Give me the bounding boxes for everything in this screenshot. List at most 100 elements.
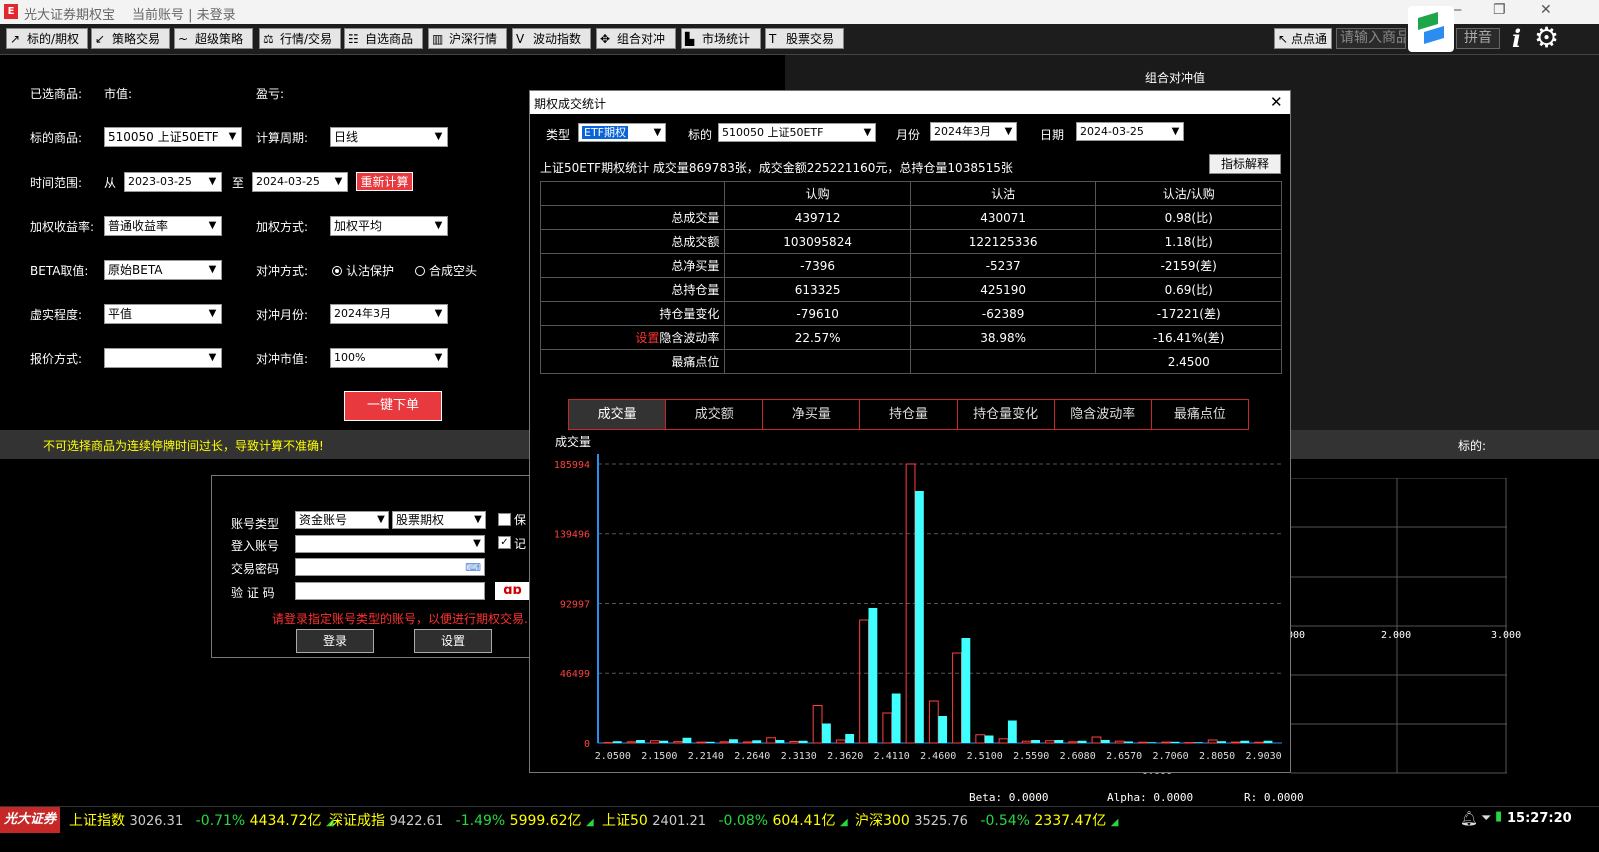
table-row: 持仓量变化 -79610 -62389 -17221(差) [539, 301, 1282, 326]
call-volume-bar [789, 740, 800, 744]
ticker-item[interactable]: 上证50 2401.21 -0.08% 604.41亿 ◢ [602, 810, 848, 830]
captcha-image[interactable]: ɑɒ [495, 582, 530, 600]
x-tick-label: 2.5590 [1013, 751, 1049, 762]
toolbar-strategy-trade[interactable]: ↙ 策略交易 [91, 28, 170, 49]
underlying-select[interactable]: 510050 上证50ETF ▼ [104, 127, 242, 147]
iv-settings-link[interactable]: 设置 [635, 331, 659, 345]
filter-icon[interactable]: ⏷ [1481, 811, 1491, 826]
stats-summary: 上证50ETF期权统计 成交量869783张，成交金额225221160元，总持… [540, 161, 1013, 175]
toolbar-volatility-index[interactable]: V 波动指数 [512, 28, 591, 49]
clock-time: 15:27:20 [1507, 811, 1572, 826]
tab-net-buy[interactable]: 净买量 [763, 400, 861, 429]
search-input[interactable]: 请输入商品 [1336, 28, 1406, 49]
restore-icon[interactable]: ❐ [1493, 2, 1506, 18]
ticker-item[interactable]: 深证成指 9422.61 -1.49% 5999.62亿 ◢ [329, 810, 594, 830]
from-date-picker[interactable]: 2023-03-25 ▼ [124, 172, 222, 192]
account-type-select[interactable]: 资金账号 ▼ [295, 511, 389, 529]
login-settings-button[interactable]: 设置 [414, 629, 492, 653]
login-account-input[interactable]: ▼ [295, 535, 485, 553]
put-volume-bar [752, 740, 762, 743]
floating-app-icon[interactable] [1408, 6, 1454, 52]
underlying-title-label: 标的: [1458, 439, 1487, 453]
dialog-underlying-select[interactable]: 510050 上证50ETF ▼ [718, 123, 876, 142]
to-date-picker[interactable]: 2024-03-25 ▼ [252, 172, 348, 192]
ticker-item[interactable]: 沪深300 3525.76 -0.54% 2337.47亿 ◢ [855, 810, 1118, 830]
remember-label: 记 [514, 537, 527, 551]
close-icon[interactable]: ✕ [1270, 93, 1283, 111]
market-ticker: 光大证券 上证指数 3026.31 -0.71% 4434.72亿 ◢ 深证成指… [0, 806, 1599, 833]
toolbar-portfolio-hedge[interactable]: ✥ 组合对冲 [596, 28, 676, 49]
call-volume-bar [649, 740, 660, 744]
call-volume-bar [928, 700, 939, 744]
tab-turnover[interactable]: 成交额 [666, 400, 764, 429]
y-tick-label: 139496 [554, 530, 590, 541]
chevron-down-icon: ▼ [430, 349, 447, 367]
call-volume-bar [1114, 740, 1125, 744]
dialog-underlying-label: 标的 [688, 128, 713, 142]
month-select[interactable]: 2024年3月 ▼ [930, 122, 1017, 141]
yield-select[interactable]: 普通收益率 ▼ [104, 216, 222, 236]
table-cell [909, 349, 1097, 374]
close-window-icon[interactable]: ✕ [1540, 2, 1552, 18]
one-click-order-button[interactable]: 一键下单 [344, 391, 442, 421]
hedge-mv-select[interactable]: 100% ▼ [330, 348, 448, 368]
pinyin-toggle[interactable]: 拼音 [1456, 28, 1500, 49]
recalculate-button[interactable]: 重新计算 [356, 172, 413, 191]
toolbar-underlying-option[interactable]: ↗ 标的/期权 [6, 28, 88, 49]
chevron-down-icon: ▼ [204, 261, 221, 279]
toolbar-stock-trade[interactable]: T 股票交易 [765, 28, 844, 49]
account-market-select[interactable]: 股票期权 ▼ [392, 511, 486, 529]
hedge-panel-title: 组合对冲值 [1145, 71, 1206, 85]
put-volume-bar [1031, 739, 1041, 743]
put-volume-bar [612, 741, 622, 743]
put-volume-bar [1170, 741, 1180, 743]
password-input[interactable]: ⌨ [295, 558, 485, 576]
table-cell: 122125336 [909, 229, 1097, 254]
x-tick-label: 2.2140 [688, 751, 724, 762]
hedge-month-select[interactable]: 2024年3月 ▼ [330, 304, 448, 324]
period-select[interactable]: 日线 ▼ [330, 127, 448, 147]
put-volume-bar [961, 637, 971, 743]
hedge-put-protect-radio[interactable]: 认沽保护 [332, 262, 394, 279]
info-icon[interactable]: i [1512, 24, 1521, 53]
toolbar-market-stats[interactable]: ▙ 市场统计 [681, 28, 761, 49]
toolbar-hs-quotes[interactable]: ▥ 沪深行情 [428, 28, 507, 49]
x-tick-label: 2.4600 [920, 751, 956, 762]
point-link-button[interactable]: ↖ 点点通 [1274, 28, 1332, 49]
chevron-down-icon: ▼ [470, 536, 484, 552]
x-tick-label: 2.2640 [734, 751, 770, 762]
type-select[interactable]: ETF期权 ▼ [578, 123, 666, 142]
ticker-item[interactable]: 上证指数 3026.31 -0.71% 4434.72亿 ◢ [69, 810, 334, 830]
call-volume-bar [859, 619, 869, 744]
bell-icon[interactable]: 🔔︎ [1460, 811, 1478, 827]
tab-max-pain[interactable]: 最痛点位 [1152, 400, 1248, 429]
hedge-icon: ✥ [600, 32, 611, 46]
indicator-explain-button[interactable]: 指标解释 [1209, 154, 1281, 174]
tab-oi-change[interactable]: 持仓量变化 [958, 400, 1055, 429]
weight-label: 加权方式: [256, 220, 309, 234]
chevron-down-icon: ▼ [204, 349, 221, 367]
date-picker[interactable]: 2024-03-25 ▼ [1076, 122, 1184, 141]
table-header: 认沽 [909, 181, 1097, 206]
quote-method-select[interactable]: ▼ [104, 348, 222, 368]
toolbar-super-strategy[interactable]: ~ 超级策略 [174, 28, 253, 49]
login-button[interactable]: 登录 [296, 629, 374, 653]
save-checkbox[interactable] [498, 513, 511, 526]
row-label: 设置隐含波动率 [539, 325, 726, 350]
moneyness-select[interactable]: 平值 ▼ [104, 304, 222, 324]
tab-open-interest[interactable]: 持仓量 [860, 400, 958, 429]
table-cell: 613325 [724, 277, 911, 302]
hedge-synthetic-short-radio[interactable]: 合成空头 [415, 262, 477, 279]
toolbar-quote-trade[interactable]: ⚖ 行情/交易 [259, 28, 341, 49]
table-cell: 430071 [909, 205, 1097, 230]
remember-checkbox[interactable]: ✓ [498, 536, 511, 549]
tab-implied-vol[interactable]: 隐含波动率 [1055, 400, 1152, 429]
gear-icon[interactable]: ⚙ [1534, 21, 1559, 54]
toolbar-watchlist[interactable]: ☷ 自选商品 [344, 28, 423, 49]
tab-volume[interactable]: 成交量 [569, 400, 667, 429]
weight-select[interactable]: 加权平均 ▼ [330, 216, 448, 236]
table-row: 设置隐含波动率 22.57% 38.98% -16.41%(差) [539, 325, 1282, 350]
keyboard-icon[interactable]: ⌨ [465, 559, 481, 577]
beta-select[interactable]: 原始BETA ▼ [104, 260, 222, 280]
captcha-input[interactable] [295, 582, 485, 600]
